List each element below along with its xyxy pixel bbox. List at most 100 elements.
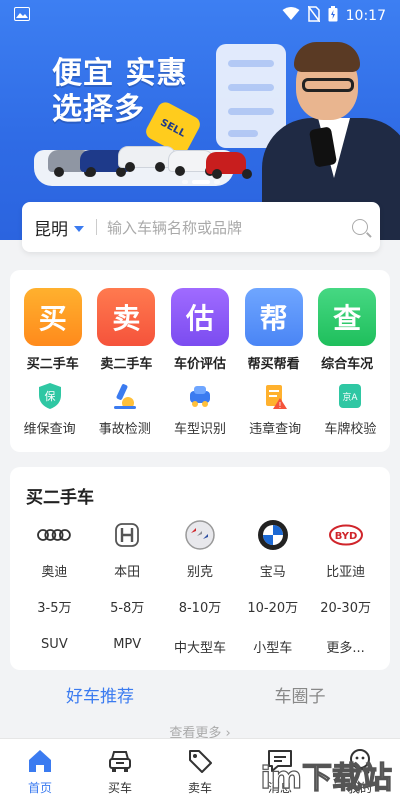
- price-range-chip[interactable]: 5-8万: [95, 597, 159, 616]
- bmw-logo-icon: [255, 517, 291, 553]
- search-bar[interactable]: 昆明 输入车辆名称或品牌: [22, 202, 380, 252]
- estimate-badge-icon: 估: [170, 288, 229, 346]
- watermark-text: im下载站: [260, 761, 392, 796]
- buick-logo-icon: [182, 517, 218, 553]
- check-badge-icon: 查: [318, 288, 377, 346]
- battery-icon: [328, 6, 338, 26]
- service-warranty-query[interactable]: 保 维保查询: [13, 380, 87, 437]
- car-model-scan-icon: [184, 380, 216, 412]
- service-label: 事故检测: [98, 422, 151, 437]
- brand-buick[interactable]: 别克: [168, 517, 232, 580]
- carousel-dot-active[interactable]: [192, 180, 210, 184]
- service-label: 违章查询: [249, 422, 302, 437]
- more-types-link[interactable]: 更多...: [314, 637, 378, 656]
- clock-text: 10:17: [345, 8, 386, 24]
- brand-name: 奥迪: [41, 565, 68, 580]
- feed-tabs: 好车推荐 车圈子: [0, 682, 400, 718]
- status-bar: 10:17: [0, 0, 400, 32]
- service-vehicle-report[interactable]: 查 综合车况: [312, 288, 382, 372]
- service-violation-query[interactable]: ! 违章查询: [238, 380, 312, 437]
- plate-badge-text: 京A: [343, 391, 359, 403]
- sell-badge-icon: 卖: [97, 288, 156, 346]
- price-range-chip[interactable]: 20-30万: [314, 597, 378, 616]
- help-badge-icon: 帮: [244, 288, 303, 346]
- tab-car-circle[interactable]: 车圈子: [200, 682, 400, 718]
- service-price-estimate[interactable]: 估 车价评估: [165, 288, 235, 372]
- nav-sell-car[interactable]: 卖车: [170, 747, 230, 796]
- service-accident-check[interactable]: 事故检测: [88, 380, 162, 437]
- home-icon: [26, 747, 54, 775]
- nav-buy-car[interactable]: 买车: [90, 747, 150, 796]
- nav-home[interactable]: 首页: [10, 747, 70, 796]
- price-range-chip[interactable]: 3-5万: [22, 597, 86, 616]
- plate-check-icon: 京A: [334, 380, 366, 412]
- price-range-row: 3-5万 5-8万 8-10万 10-20万 20-30万: [10, 597, 390, 616]
- service-label: 卖二手车: [100, 357, 153, 372]
- car-illustration: [206, 152, 246, 179]
- car-type-chip[interactable]: SUV: [22, 637, 86, 656]
- violation-doc-icon: !: [259, 380, 291, 412]
- brand-name: 别克: [186, 565, 213, 580]
- service-label: 买二手车: [26, 357, 79, 372]
- brand-honda[interactable]: 本田: [95, 517, 159, 580]
- watermark-logo: im下载站: [260, 760, 393, 796]
- no-sim-icon: [307, 5, 321, 26]
- honda-logo-icon: [109, 517, 145, 553]
- services-card: 买 买二手车 卖 卖二手车 估 车价评估 帮 帮买帮看 查 综合车况 保 维保查…: [10, 270, 390, 452]
- brand-bmw[interactable]: 宝马: [241, 517, 305, 580]
- search-input[interactable]: 输入车辆名称或品牌: [107, 217, 352, 238]
- service-plate-check[interactable]: 京A 车牌校验: [313, 380, 387, 437]
- chevron-down-icon[interactable]: [74, 226, 84, 232]
- person-hair: [294, 42, 360, 72]
- divider: [96, 219, 97, 235]
- service-buy-used-car[interactable]: 买 买二手车: [18, 288, 88, 372]
- byd-logo-text: BYD: [334, 531, 357, 542]
- brand-byd[interactable]: BYD 比亚迪: [314, 517, 378, 580]
- carousel-indicator[interactable]: [182, 180, 220, 184]
- nav-label: 买车: [107, 781, 132, 795]
- person-glasses: [302, 78, 354, 92]
- tab-recommended-cars[interactable]: 好车推荐: [0, 682, 200, 718]
- accident-check-icon: [109, 380, 141, 412]
- brand-name: 比亚迪: [326, 565, 366, 580]
- service-model-recognition[interactable]: 车型识别: [163, 380, 237, 437]
- car-type-chip[interactable]: 中大型车: [168, 637, 232, 656]
- service-label: 综合车况: [321, 357, 374, 372]
- car-type-row: SUV MPV 中大型车 小型车 更多...: [10, 637, 390, 656]
- price-range-chip[interactable]: 10-20万: [241, 597, 305, 616]
- car-type-chip[interactable]: 小型车: [241, 637, 305, 656]
- byd-logo-icon: BYD: [328, 517, 364, 553]
- service-label: 帮买帮看: [247, 357, 300, 372]
- search-icon[interactable]: [352, 219, 368, 235]
- brand-name: 本田: [114, 565, 141, 580]
- banner-headline-line1: 便宜 实惠: [52, 56, 188, 91]
- section-title: 买二手车: [26, 488, 94, 508]
- svg-text:!: !: [279, 401, 282, 410]
- brand-name: 宝马: [259, 565, 286, 580]
- secondary-services: 保 维保查询 事故检测 车型识别 ! 违章查询 京A 车牌校验: [10, 380, 390, 437]
- svg-text:保: 保: [44, 389, 55, 403]
- carousel-dot[interactable]: [182, 180, 188, 184]
- service-label: 车型识别: [173, 422, 226, 437]
- brand-audi[interactable]: 奥迪: [22, 517, 86, 580]
- service-label: 维保查询: [23, 422, 76, 437]
- buy-used-car-card: 买二手车 奥迪 本田 别克 宝马 BYD 比亚迪 3-5万 5-8万 8-10万…: [10, 467, 390, 670]
- service-label: 车牌校验: [324, 422, 377, 437]
- wifi-icon: [282, 7, 300, 25]
- service-sell-used-car[interactable]: 卖 卖二手车: [91, 288, 161, 372]
- brand-row: 奥迪 本田 别克 宝马 BYD 比亚迪: [10, 517, 390, 580]
- sell-tag-icon: [186, 747, 214, 775]
- city-selector[interactable]: 昆明: [34, 215, 68, 240]
- audi-logo-icon: [36, 517, 72, 553]
- primary-services: 买 买二手车 卖 卖二手车 估 车价评估 帮 帮买帮看 查 综合车况: [10, 288, 390, 372]
- car-type-chip[interactable]: MPV: [95, 637, 159, 656]
- gallery-icon: [14, 7, 30, 25]
- warranty-shield-icon: 保: [34, 380, 66, 412]
- nav-label: 首页: [27, 781, 52, 795]
- nav-label: 卖车: [187, 781, 212, 795]
- price-range-chip[interactable]: 8-10万: [168, 597, 232, 616]
- buy-badge-icon: 买: [23, 288, 82, 346]
- buy-car-icon: [106, 747, 134, 775]
- carousel-dot[interactable]: [214, 180, 220, 184]
- service-help-buy[interactable]: 帮 帮买帮看: [239, 288, 309, 372]
